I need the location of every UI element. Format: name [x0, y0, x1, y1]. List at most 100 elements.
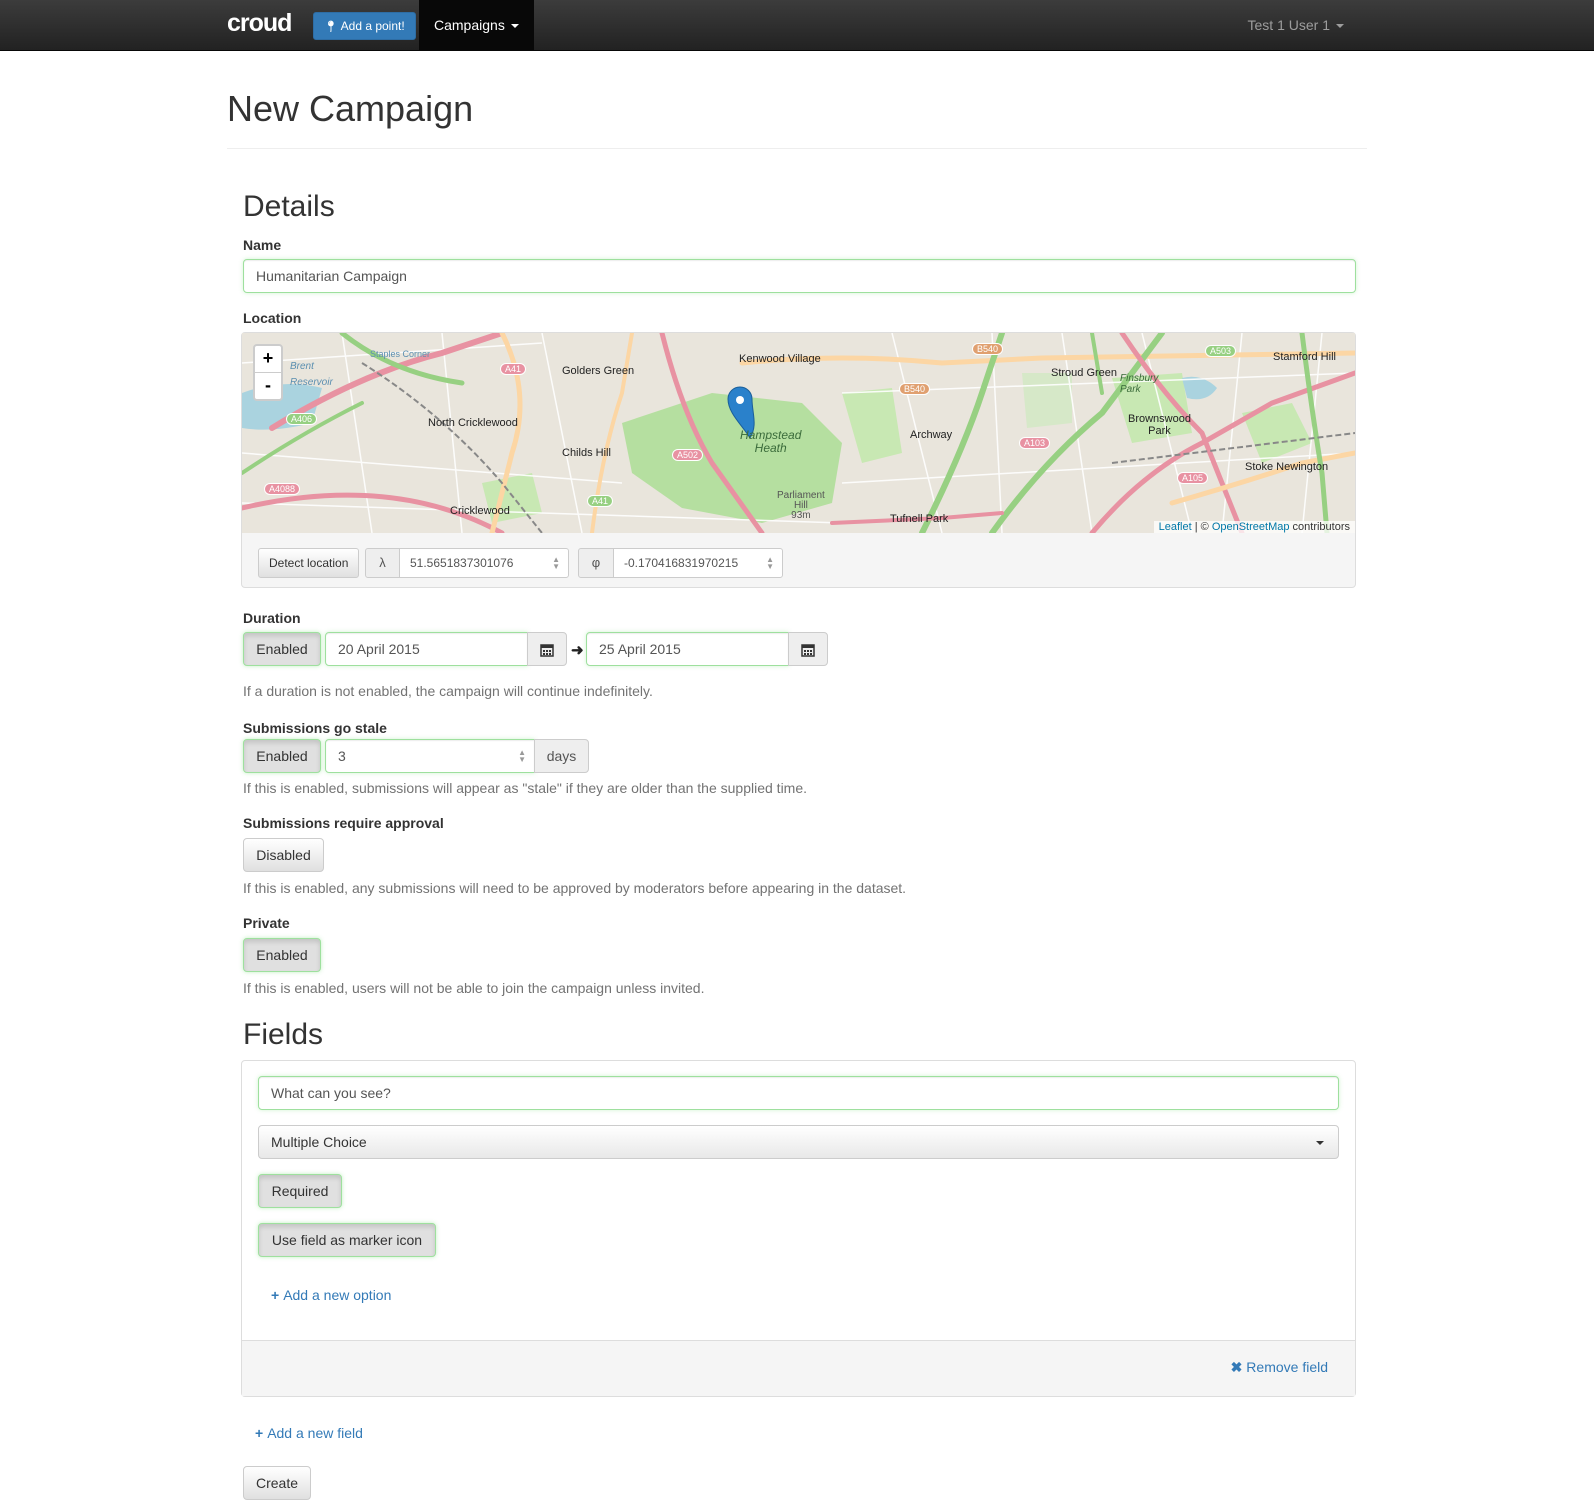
duration-end-input[interactable]: 25 April 2015 — [586, 632, 789, 666]
stale-toggle[interactable]: Enabled — [243, 739, 321, 773]
map-label: Brent Reservoir — [290, 361, 333, 388]
stale-unit: days — [534, 739, 589, 773]
zoom-in-button[interactable]: + — [255, 346, 281, 372]
remove-field-link[interactable]: ✖ Remove field — [1231, 1359, 1328, 1376]
marker-icon-toggle[interactable]: Use field as marker icon — [258, 1223, 436, 1257]
road-shield: A406 — [286, 413, 318, 425]
location-label: Location — [243, 310, 302, 326]
fields-heading: Fields — [243, 1018, 324, 1051]
field-card: What can you see? Multiple Choice Requir… — [241, 1060, 1356, 1397]
road-shield: A502 — [672, 449, 704, 461]
campaigns-dropdown[interactable]: Campaigns — [419, 0, 534, 50]
longitude-symbol: φ — [578, 548, 614, 578]
top-navbar: croud 📍︎ Add a point! Campaigns Test 1 U… — [0, 0, 1594, 51]
name-input[interactable]: Humanitarian Campaign — [243, 259, 1356, 293]
road-shield: A105 — [1177, 472, 1209, 484]
add-point-button[interactable]: 📍︎ Add a point! — [313, 12, 416, 40]
field-type-select[interactable]: Multiple Choice — [258, 1125, 1339, 1159]
caret-down-icon — [510, 24, 519, 29]
map-zoom-control: + - — [253, 344, 283, 401]
approval-toggle[interactable]: Disabled — [243, 838, 324, 872]
road-shield: A41 — [500, 363, 527, 375]
location-map[interactable]: Kenwood Village Golders Green North Cric… — [242, 333, 1355, 533]
create-button[interactable]: Create — [243, 1466, 311, 1500]
arrow-right-icon: ➜ — [571, 642, 584, 659]
approval-label: Submissions require approval — [243, 815, 444, 831]
duration-label: Duration — [243, 610, 301, 626]
latitude-symbol: λ — [365, 548, 400, 578]
stale-days-input[interactable]: 3 ▲ ▼ — [325, 739, 535, 773]
latitude-value: 51.5651837301076 — [410, 556, 514, 570]
map-label: Childs Hill — [562, 447, 611, 459]
road-shield: A4088 — [264, 483, 301, 495]
spinner-icon[interactable]: ▲ ▼ — [552, 556, 560, 571]
approval-help: If this is enabled, any submissions will… — [243, 880, 907, 896]
page-title: New Campaign — [227, 88, 474, 129]
add-option-label: Add a new option — [283, 1287, 392, 1303]
calendar-icon[interactable] — [527, 632, 567, 666]
map-label: Archway — [910, 429, 953, 441]
user-menu[interactable]: Test 1 User 1 — [1248, 0, 1344, 50]
map-label: Kenwood Village — [739, 353, 821, 365]
spinner-icon[interactable]: ▲ ▼ — [518, 749, 526, 764]
brand-logo[interactable]: croud — [227, 9, 292, 38]
add-field-label: Add a new field — [267, 1425, 363, 1441]
user-name: Test 1 User 1 — [1247, 17, 1330, 33]
plus-icon: + — [271, 1287, 280, 1303]
close-icon: ✖ — [1230, 1359, 1243, 1375]
map-attribution: Leaflet | © OpenStreetMap contributors — [1153, 521, 1355, 533]
location-map-panel: Kenwood Village Golders Green North Cric… — [241, 332, 1356, 588]
duration-start-input[interactable]: 20 April 2015 — [325, 632, 528, 666]
map-label: Stamford Hill — [1273, 351, 1336, 363]
detect-location-button[interactable]: Detect location — [258, 548, 360, 578]
stale-label: Submissions go stale — [243, 720, 387, 736]
calendar-icon[interactable] — [788, 632, 828, 666]
private-toggle[interactable]: Enabled — [243, 938, 321, 972]
zoom-out-button[interactable]: - — [255, 372, 281, 399]
stale-help: If this is enabled, submissions will app… — [243, 780, 808, 796]
map-label: Tufnell Park — [890, 513, 949, 525]
private-label: Private — [243, 915, 290, 931]
title-divider — [227, 148, 1367, 149]
longitude-input[interactable]: -0.170416831970215 ▲ ▼ — [613, 548, 783, 578]
field-question-input[interactable]: What can you see? — [258, 1076, 1339, 1110]
private-help: If this is enabled, users will not be ab… — [243, 980, 705, 996]
map-label: North Cricklewood — [428, 417, 518, 429]
required-toggle[interactable]: Required — [258, 1174, 342, 1208]
map-marker-icon: 📍︎ — [324, 21, 338, 33]
latitude-input[interactable]: 51.5651837301076 ▲ ▼ — [399, 548, 569, 578]
plus-icon: + — [255, 1425, 264, 1441]
map-label: Hampstead Heath — [740, 428, 802, 455]
details-heading: Details — [243, 190, 335, 223]
map-label: Brownswood Park — [1128, 413, 1191, 437]
caret-down-icon — [1336, 24, 1344, 29]
map-label: Golders Green — [562, 365, 635, 377]
map-label: Cricklewood — [450, 505, 510, 517]
leaflet-link[interactable]: Leaflet — [1159, 521, 1192, 533]
attribution-text: contributors — [1289, 521, 1350, 533]
map-label: Stoke Newington — [1245, 461, 1329, 473]
map-label: Staples Corner — [370, 349, 431, 359]
name-label: Name — [243, 237, 282, 253]
attribution-separator: | © — [1191, 521, 1212, 533]
field-type-value: Multiple Choice — [271, 1134, 367, 1150]
road-shield: B540 — [899, 383, 931, 395]
add-option-link[interactable]: + Add a new option — [271, 1287, 391, 1303]
spinner-icon[interactable]: ▲ ▼ — [766, 556, 774, 571]
add-field-link[interactable]: + Add a new field — [255, 1425, 363, 1441]
remove-field-label: Remove field — [1246, 1359, 1328, 1375]
add-point-label: Add a point! — [340, 19, 405, 33]
longitude-value: -0.170416831970215 — [624, 556, 739, 570]
caret-down-icon — [1316, 1141, 1324, 1145]
road-shield: A41 — [587, 495, 614, 507]
road-shield: A503 — [1205, 345, 1237, 357]
map-label: Parliament Hill 93m — [777, 490, 825, 521]
map-label: Stroud Green — [1051, 367, 1118, 379]
map-label: Finsbury Park — [1120, 373, 1159, 395]
duration-help: If a duration is not enabled, the campai… — [243, 683, 653, 699]
stale-days-value: 3 — [338, 748, 346, 764]
duration-toggle[interactable]: Enabled — [243, 632, 321, 666]
road-shield: A103 — [1019, 437, 1051, 449]
road-shield: B540 — [972, 343, 1004, 355]
osm-link[interactable]: OpenStreetMap — [1212, 521, 1290, 533]
